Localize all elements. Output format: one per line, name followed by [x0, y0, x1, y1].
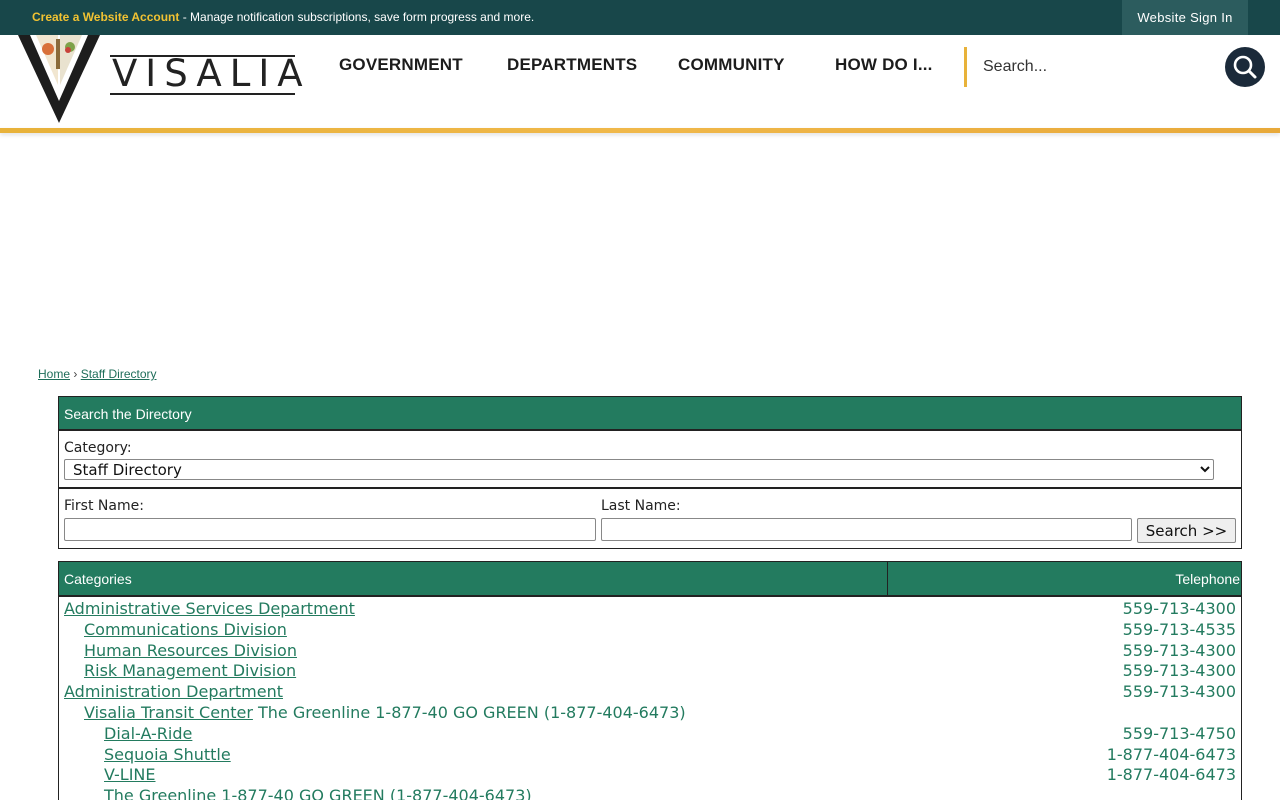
- telephone-cell: 559-713-4750: [1122, 723, 1236, 743]
- category-name-cell: Administration Department: [64, 682, 283, 701]
- telephone-cell: 559-713-4300: [1122, 682, 1236, 702]
- category-name-cell: Visalia Transit Center The Greenline 1-8…: [84, 703, 686, 722]
- nav-how-do-i[interactable]: HOW DO I...: [835, 55, 933, 75]
- first-name-label: First Name:: [64, 498, 144, 514]
- categories-column-header: Categories: [64, 571, 132, 587]
- category-name-cell: The Greenline 1-877-40 GO GREEN (1-877-4…: [104, 786, 532, 800]
- category-name-cell: Sequoia Shuttle: [104, 745, 231, 764]
- last-name-input[interactable]: [601, 518, 1132, 541]
- table-row: Communications Division 559-713-4535: [59, 618, 1241, 639]
- table-row: V-LINE 1-877-404-6473: [59, 763, 1241, 784]
- website-sign-in-button[interactable]: Website Sign In: [1122, 0, 1248, 35]
- category-select[interactable]: Staff Directory: [64, 459, 1214, 480]
- category-note: The Greenline 1-877-40 GO GREEN (1-877-4…: [252, 702, 686, 722]
- telephone-cell: 559-713-4300: [1122, 640, 1236, 660]
- breadcrumb: Home › Staff Directory: [38, 367, 157, 381]
- category-note: The Greenline 1-877-40 GO GREEN (1-877-4…: [104, 786, 532, 800]
- table-row: Visalia Transit Center The Greenline 1-8…: [59, 701, 1241, 722]
- account-message-text: - Manage notification subscriptions, sav…: [179, 10, 535, 24]
- nav-departments[interactable]: DEPARTMENTS: [507, 55, 637, 75]
- category-link[interactable]: Administrative Services Department: [64, 599, 355, 618]
- category-link[interactable]: Visalia Transit Center: [84, 703, 253, 722]
- site-search-button[interactable]: [1225, 47, 1265, 87]
- category-label: Category:: [64, 440, 132, 456]
- table-row: Dial-A-Ride 559-713-4750: [59, 722, 1241, 743]
- table-row: Administration Department 559-713-4300: [59, 680, 1241, 701]
- site-search: [964, 47, 1214, 87]
- categories-table-header: Categories Telephone: [59, 562, 1241, 597]
- telephone-cell: 559-713-4535: [1122, 619, 1236, 639]
- category-link[interactable]: Risk Management Division: [84, 661, 296, 680]
- table-row: Risk Management Division 559-713-4300: [59, 659, 1241, 680]
- table-row: Human Resources Division 559-713-4300: [59, 639, 1241, 660]
- category-row: Category: Staff Directory: [59, 431, 1241, 489]
- telephone-cell: 1-877-404-6473: [1106, 744, 1236, 764]
- category-name-cell: Communications Division: [84, 620, 287, 639]
- breadcrumb-staff-directory[interactable]: Staff Directory: [81, 367, 157, 381]
- header-accent-line: [0, 128, 1280, 133]
- logo-wordmark: VISALIA: [112, 52, 311, 95]
- category-name-cell: Human Resources Division: [84, 641, 297, 660]
- table-row: The Greenline 1-877-40 GO GREEN (1-877-4…: [59, 784, 1241, 800]
- category-name-cell: V-LINE: [104, 765, 156, 784]
- telephone-cell: 559-713-4300: [1122, 661, 1236, 681]
- table-row: Administrative Services Department 559-71…: [59, 597, 1241, 618]
- categories-rows: Administrative Services Department 559-71…: [59, 597, 1241, 800]
- account-message: Create a Website Account - Manage notifi…: [32, 10, 534, 24]
- site-search-input[interactable]: [983, 55, 1203, 79]
- category-name-cell: Dial-A-Ride: [104, 724, 192, 743]
- header-divider: [887, 562, 888, 595]
- nav-government[interactable]: GOVERNMENT: [339, 55, 463, 75]
- directory-search-panel: Search the Directory Category: Staff Dir…: [58, 396, 1242, 549]
- first-name-input[interactable]: [64, 518, 596, 541]
- top-utility-bar: Create a Website Account - Manage notifi…: [0, 0, 1280, 35]
- breadcrumb-home[interactable]: Home: [38, 367, 70, 381]
- create-account-link[interactable]: Create a Website Account: [32, 10, 179, 24]
- search-icon: [1233, 55, 1257, 79]
- category-link[interactable]: Administration Department: [64, 682, 283, 701]
- category-link[interactable]: Dial-A-Ride: [104, 724, 192, 743]
- directory-search-button[interactable]: Search >>: [1137, 518, 1236, 543]
- directory-search-title: Search the Directory: [59, 397, 1241, 431]
- category-name-cell: Risk Management Division: [84, 661, 296, 680]
- category-link[interactable]: Sequoia Shuttle: [104, 745, 231, 764]
- category-link[interactable]: Communications Division: [84, 620, 287, 639]
- category-link[interactable]: Human Resources Division: [84, 641, 297, 660]
- telephone-cell: 1-877-404-6473: [1106, 765, 1236, 785]
- category-name-cell: Administrative Services Department: [64, 599, 355, 618]
- breadcrumb-separator: ›: [73, 367, 78, 381]
- table-row: Sequoia Shuttle 1-877-404-6473: [59, 743, 1241, 764]
- telephone-column-header: Telephone: [1175, 571, 1240, 587]
- telephone-cell: 559-713-4300: [1122, 599, 1236, 618]
- name-search-row: First Name: Last Name: Search >>: [59, 489, 1241, 547]
- last-name-label: Last Name:: [601, 498, 681, 514]
- categories-table: Categories Telephone Administrative Serv…: [58, 561, 1242, 800]
- category-link[interactable]: V-LINE: [104, 765, 156, 784]
- nav-community[interactable]: COMMUNITY: [678, 55, 785, 75]
